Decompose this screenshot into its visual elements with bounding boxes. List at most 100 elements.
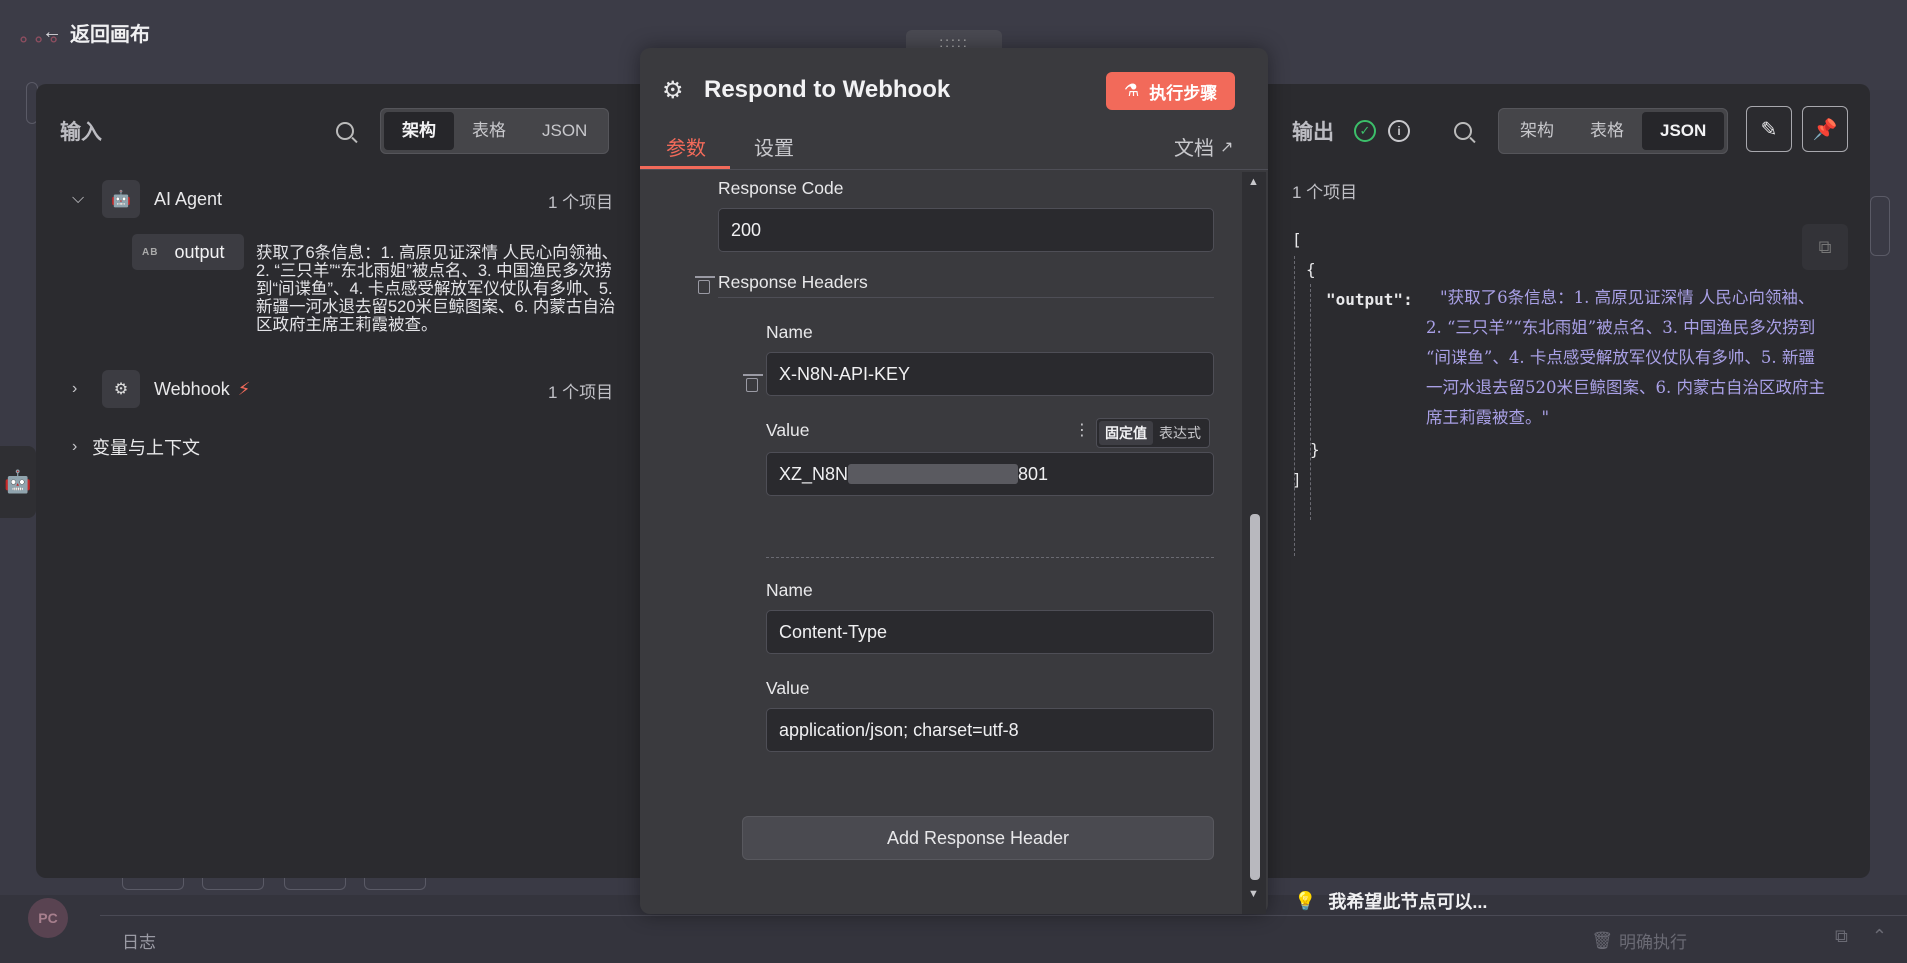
output-panel-title: 输出 (1292, 121, 1334, 144)
docs-label: 文档 (1174, 138, 1214, 160)
view-tab-table[interactable]: 表格 (454, 112, 524, 150)
ai-assistant-toggle[interactable]: 🤖 (0, 446, 36, 518)
node-name: Webhook (154, 378, 230, 399)
chevron-right-icon: › (72, 438, 78, 455)
header-name-label: Name (766, 580, 813, 600)
tab-divider (640, 169, 1268, 170)
header-name-input[interactable]: X-N8N-API-KEY (766, 352, 1214, 396)
user-avatar[interactable]: PC (28, 898, 68, 938)
item-count: 1 个项目 (548, 193, 614, 212)
json-close-bracket: ] (1292, 470, 1302, 489)
json-key-output: "output": (1326, 290, 1413, 309)
json-open-bracket: [ (1292, 230, 1302, 249)
pencil-icon: ✎ (1760, 118, 1778, 141)
header-value-label: Value (766, 420, 810, 440)
back-to-canvas-label: 返回画布 (70, 24, 150, 46)
json-value-line: "获取了6条信息：1. 高原见证深情 人民心向领袖、 (1440, 288, 1815, 307)
trigger-bolt-icon: ⚡ (237, 378, 251, 399)
ai-hint-prompt[interactable]: 💡 我希望此节点可以... (1294, 888, 1487, 914)
canvas-node-shape (122, 878, 184, 890)
node-name: AI Agent (154, 188, 223, 209)
json-value-line: 席王莉霞被查。" (1426, 408, 1550, 427)
variables-label: 变量与上下文 (92, 438, 200, 458)
field-name: output (174, 241, 225, 262)
arrow-left-icon: ← (42, 21, 62, 43)
value-mode-toggle: 固定值 表达式 (1096, 418, 1210, 448)
canvas-node-shape (1870, 196, 1890, 256)
trash-icon[interactable] (743, 374, 763, 392)
mode-fixed[interactable]: 固定值 (1099, 421, 1153, 445)
input-view-toggle: 架构 表格 JSON (380, 108, 610, 154)
add-response-header-button[interactable]: Add Response Header (742, 816, 1214, 860)
trash-icon[interactable] (695, 276, 715, 294)
clear-execution-button[interactable]: 🗑 明确执行 (1591, 928, 1687, 953)
output-view-toggle: 架构 表格 JSON (1498, 108, 1729, 154)
view-tab-json[interactable]: JSON (1642, 112, 1725, 150)
scroll-down-arrow-icon[interactable]: ▼ (1248, 888, 1259, 900)
input-panel: 输入 架构 表格 JSON ⌵ 🤖 AI Agent 1 个项目 AB outp… (36, 84, 646, 878)
canvas-node-shape (364, 878, 426, 890)
json-guide-line (1310, 284, 1311, 520)
logs-tab[interactable]: 日志 (122, 928, 156, 953)
edit-output-button[interactable]: ✎ (1746, 106, 1792, 152)
tab-parameters[interactable]: 参数 (666, 132, 706, 161)
redacted-value (848, 464, 1019, 484)
copy-icon: ⧉ (1818, 236, 1832, 257)
more-vertical-icon[interactable]: ⋮ (1074, 420, 1090, 440)
json-value-line: 2. “三只羊”“东北雨姐”被点名、3. 中国渔民多次捞到 (1426, 318, 1816, 337)
log-bar-actions: ⧉ ⌃ (1835, 926, 1887, 947)
header-value-label: Value (766, 678, 810, 698)
header-divider (766, 557, 1214, 558)
canvas-node-shape (284, 878, 346, 890)
robot-icon: 🤖 (4, 469, 32, 494)
tree-node-webhook[interactable]: › ⚙ Webhook ⚡ (72, 370, 250, 408)
view-tab-table[interactable]: 表格 (1572, 112, 1642, 150)
response-headers-label: Response Headers (718, 272, 868, 292)
json-value-output: "获取了6条信息：1. 高原见证深情 人民心向领袖、 2. “三只羊”“东北雨姐… (1426, 283, 1866, 433)
copy-json-button[interactable]: ⧉ (1802, 224, 1848, 270)
execute-step-button[interactable]: ⚗ 执行步骤 (1106, 72, 1236, 110)
json-value-line: 一河水退去留520米巨鲸图案、6. 内蒙古自治区政府主 (1426, 378, 1825, 397)
view-tab-schema[interactable]: 架构 (1502, 112, 1572, 150)
view-tab-json[interactable]: JSON (524, 112, 605, 150)
json-guide-line (1294, 256, 1295, 556)
node-editor-panel: ⚙ Respond to Webhook ⚗ 执行步骤 参数 设置 文档 ↗ ▲… (640, 48, 1268, 914)
section-divider (718, 297, 1214, 298)
search-icon[interactable] (1454, 122, 1472, 140)
tab-settings[interactable]: 设置 (754, 132, 794, 161)
scrollbar-thumb[interactable] (1250, 514, 1260, 880)
popout-icon[interactable]: ⧉ (1835, 926, 1848, 947)
header-value-input[interactable]: application/json; charset=utf-8 (766, 708, 1214, 752)
search-icon[interactable] (336, 122, 354, 140)
output-panel: 输出 ✓ i 架构 表格 JSON ✎ 📌 1 个项目 ⧉ [ { "outpu… (1264, 84, 1870, 878)
pin-data-button[interactable]: 📌 (1802, 106, 1848, 152)
output-item-count: 1 个项目 (1292, 183, 1358, 202)
item-count: 1 个项目 (548, 383, 614, 402)
view-tab-schema[interactable]: 架构 (384, 112, 454, 150)
info-icon[interactable]: i (1388, 120, 1410, 142)
docs-link[interactable]: 文档 ↗ (1174, 132, 1233, 161)
success-check-icon: ✓ (1354, 120, 1376, 142)
header-value-input[interactable]: XZ_N8N 801 (766, 452, 1214, 496)
webhook-icon: ⚙ (102, 370, 140, 408)
scroll-up-arrow-icon[interactable]: ▲ (1248, 176, 1259, 188)
value-visible-end: 801 (1018, 463, 1049, 484)
field-pill-output[interactable]: AB output (132, 234, 244, 270)
execute-step-label: 执行步骤 (1149, 83, 1218, 103)
mode-expression[interactable]: 表达式 (1153, 421, 1207, 445)
response-code-input[interactable]: 200 (718, 208, 1214, 252)
divider (100, 915, 1907, 916)
field-value: 获取了6条信息：1. 高原见证深情 人民心向领袖、2. “三只羊”“东北雨姐”被… (256, 244, 619, 334)
back-to-canvas-link[interactable]: ← 返回画布 (42, 18, 150, 47)
chevron-up-icon[interactable]: ⌃ (1872, 926, 1887, 947)
lightbulb-icon: 💡 (1294, 890, 1317, 911)
input-panel-title: 输入 (60, 121, 102, 144)
external-link-icon: ↗ (1220, 138, 1234, 156)
tree-node-variables[interactable]: › 变量与上下文 (72, 434, 200, 460)
node-title[interactable]: Respond to Webhook (704, 76, 950, 104)
trash-icon: 🗑 (1591, 930, 1613, 950)
chevron-down-icon: ⌵ (72, 190, 85, 207)
ai-hint-label: 我希望此节点可以... (1328, 892, 1488, 912)
webhook-icon: ⚙ (662, 77, 684, 104)
header-name-input[interactable]: Content-Type (766, 610, 1214, 654)
